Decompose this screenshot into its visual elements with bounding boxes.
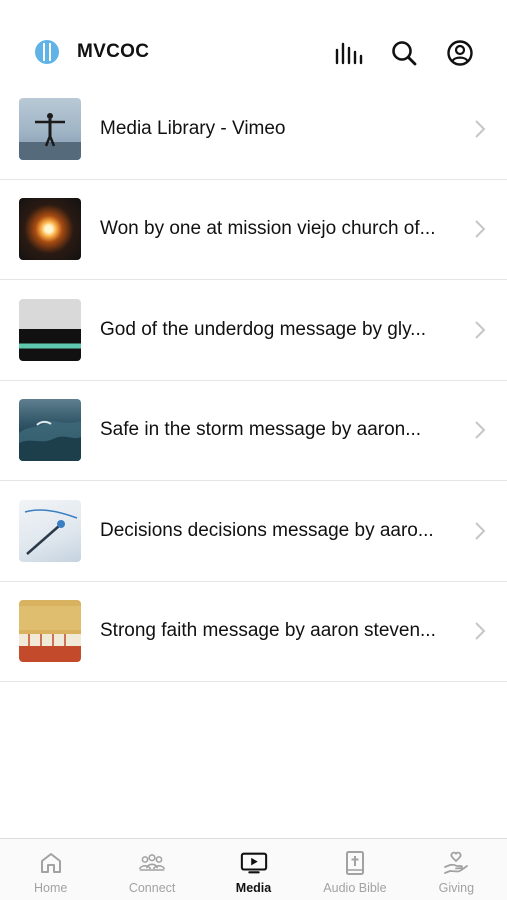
list-item[interactable]: Media Library - Vimeo [0, 79, 507, 180]
media-list: Media Library - Vimeo Won by one at miss… [0, 79, 507, 682]
chevron-right-icon [473, 419, 487, 441]
list-item-title: God of the underdog message by gly... [100, 318, 427, 340]
chevron-right-icon [473, 620, 487, 642]
bottom-tab-bar: Home Connect Media Audio Bible Giving [0, 838, 507, 900]
chevron-right-icon [473, 520, 487, 542]
list-item[interactable]: Strong faith message by aaron steven... [0, 582, 507, 682]
thumbnail-image [19, 298, 81, 361]
list-item-title: Strong faith message by aaron steven... [100, 620, 436, 642]
list-item-title: Media Library - Vimeo [100, 117, 286, 139]
chevron-right-icon [473, 218, 487, 240]
thumbnail-image [19, 499, 81, 562]
list-item-title: Decisions decisions message by aaro... [100, 519, 434, 541]
chevron-right-icon [473, 118, 487, 140]
logo-icon [35, 40, 59, 64]
tab-media[interactable]: Media [203, 839, 304, 900]
tab-label: Audio Bible [323, 881, 387, 895]
profile-icon[interactable] [445, 38, 475, 68]
header-actions [333, 38, 475, 68]
home-icon [37, 849, 65, 877]
giving-hand-icon [442, 849, 470, 877]
bible-icon [341, 849, 369, 877]
brand[interactable]: MVCOC [35, 40, 149, 64]
thumbnail-image [19, 198, 81, 261]
tab-label: Giving [438, 881, 475, 895]
list-item[interactable]: Safe in the storm message by aaron... [0, 381, 507, 481]
app-title: MVCOC [77, 41, 150, 62]
thumbnail-image [19, 399, 81, 462]
tab-home[interactable]: Home [0, 839, 101, 900]
media-screen: MVCOC Media Library - Vimeo Won by one a… [0, 0, 507, 900]
chevron-right-icon [473, 319, 487, 341]
search-icon[interactable] [389, 38, 419, 68]
media-play-icon [240, 849, 268, 877]
audio-bars-icon[interactable] [333, 38, 363, 68]
tab-label: Home [34, 881, 68, 895]
tab-audio-bible[interactable]: Audio Bible [304, 839, 405, 900]
people-icon [138, 849, 166, 877]
tab-label: Media [235, 881, 272, 895]
tab-label: Connect [128, 881, 176, 895]
list-item-title: Safe in the storm message by aaron... [100, 419, 422, 441]
thumbnail-image [19, 97, 81, 160]
tab-giving[interactable]: Giving [406, 839, 507, 900]
thumbnail-image [19, 600, 81, 663]
list-item[interactable]: God of the underdog message by gly... [0, 280, 507, 381]
tab-connect[interactable]: Connect [101, 839, 202, 900]
list-item-title: Won by one at mission viejo church of... [100, 218, 436, 240]
list-item[interactable]: Won by one at mission viejo church of... [0, 180, 507, 280]
list-item[interactable]: Decisions decisions message by aaro... [0, 481, 507, 582]
